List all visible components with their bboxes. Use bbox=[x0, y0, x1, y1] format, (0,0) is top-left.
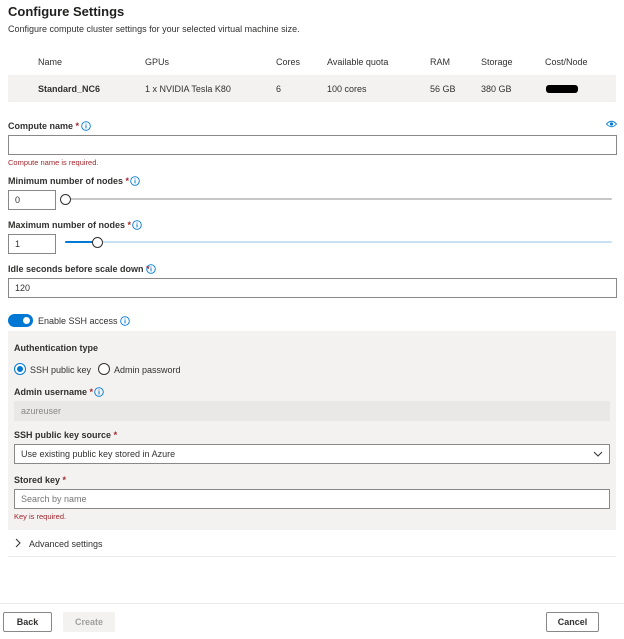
info-icon[interactable] bbox=[93, 386, 104, 397]
chevron-down-icon bbox=[593, 449, 603, 459]
page-title: Configure Settings bbox=[8, 4, 125, 19]
vm-quota: 100 cores bbox=[327, 84, 367, 94]
eye-icon[interactable] bbox=[605, 120, 618, 130]
key-source-value: Use existing public key stored in Azure bbox=[21, 449, 176, 459]
create-button[interactable]: Create bbox=[63, 612, 115, 632]
info-icon[interactable] bbox=[119, 315, 130, 326]
radio-admin-password-label: Admin password bbox=[114, 365, 181, 375]
vm-name: Standard_NC6 bbox=[38, 84, 101, 94]
info-icon[interactable] bbox=[131, 219, 142, 230]
admin-username-input: azureuser bbox=[14, 401, 610, 421]
min-nodes-input[interactable]: 0 bbox=[8, 190, 56, 210]
ssh-toggle[interactable] bbox=[8, 314, 33, 327]
advanced-settings-toggle[interactable]: Advanced settings bbox=[29, 539, 103, 549]
chevron-right-icon[interactable] bbox=[15, 538, 21, 550]
max-nodes-slider-track[interactable] bbox=[65, 241, 612, 243]
stored-key-error: Key is required. bbox=[14, 512, 67, 521]
col-header-storage: Storage bbox=[481, 57, 513, 67]
vm-storage: 380 GB bbox=[481, 84, 512, 94]
compute-name-input[interactable] bbox=[8, 135, 617, 155]
col-header-gpus: GPUs bbox=[145, 57, 170, 67]
col-header-cores: Cores bbox=[276, 57, 301, 67]
max-nodes-label: Maximum number of nodes * bbox=[8, 220, 132, 230]
min-nodes-slider-track[interactable] bbox=[65, 198, 612, 200]
col-header-ram: RAM bbox=[430, 57, 450, 67]
compute-name-error: Compute name is required. bbox=[8, 158, 99, 167]
back-button[interactable]: Back bbox=[3, 612, 52, 632]
info-icon[interactable] bbox=[145, 263, 156, 274]
col-header-name: Name bbox=[38, 57, 63, 67]
info-icon[interactable] bbox=[80, 120, 91, 131]
key-source-label: SSH public key source * bbox=[14, 430, 118, 440]
auth-type-label: Authentication type bbox=[14, 343, 99, 353]
key-source-dropdown[interactable]: Use existing public key stored in Azure bbox=[14, 444, 610, 464]
footer-divider bbox=[0, 603, 624, 604]
max-nodes-input[interactable]: 1 bbox=[8, 234, 56, 254]
min-nodes-slider-thumb[interactable] bbox=[59, 194, 71, 205]
idle-seconds-label: Idle seconds before scale down * bbox=[8, 264, 150, 274]
radio-admin-password[interactable] bbox=[98, 363, 110, 375]
col-header-quota: Available quota bbox=[327, 57, 389, 67]
compute-name-label: Compute name * bbox=[8, 121, 80, 131]
admin-username-label: Admin username * bbox=[14, 387, 94, 397]
min-nodes-label: Minimum number of nodes * bbox=[8, 176, 130, 186]
divider bbox=[8, 556, 616, 557]
vm-gpus: 1 x NVIDIA Tesla K80 bbox=[145, 84, 231, 94]
col-header-cost: Cost/Node bbox=[545, 57, 588, 67]
info-icon[interactable] bbox=[129, 175, 140, 186]
stored-key-label: Stored key * bbox=[14, 475, 67, 485]
ssh-toggle-label: Enable SSH access bbox=[38, 316, 118, 326]
cancel-button[interactable]: Cancel bbox=[546, 612, 599, 632]
vm-ram: 56 GB bbox=[430, 84, 456, 94]
vm-cost-redacted bbox=[546, 85, 578, 93]
radio-ssh-public-key[interactable] bbox=[14, 363, 26, 375]
max-nodes-slider-thumb[interactable] bbox=[92, 237, 104, 248]
radio-ssh-public-key-label: SSH public key bbox=[30, 365, 92, 375]
stored-key-search-input[interactable] bbox=[14, 489, 610, 509]
page-subtitle: Configure compute cluster settings for y… bbox=[8, 24, 300, 34]
vm-cores: 6 bbox=[276, 84, 282, 94]
idle-seconds-input[interactable]: 120 bbox=[8, 278, 617, 298]
